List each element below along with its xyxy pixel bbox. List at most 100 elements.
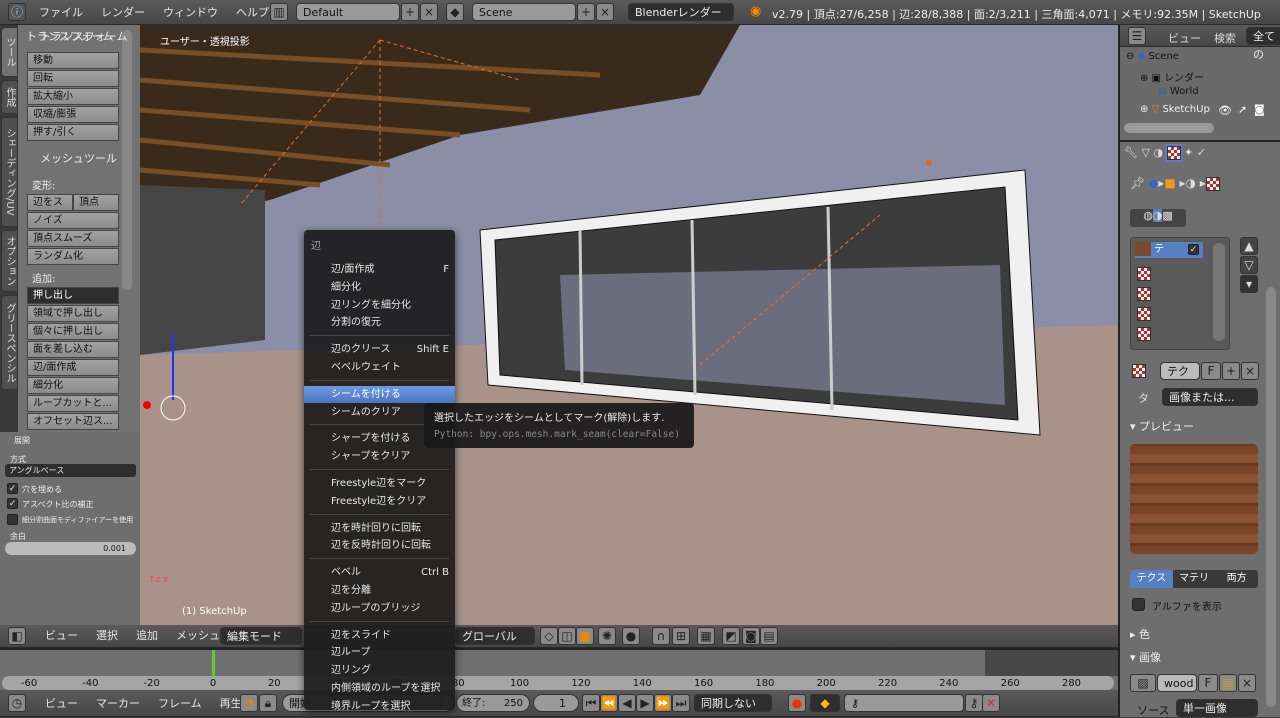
randomize-button[interactable]: ランダム化	[27, 248, 119, 265]
screen-layout-icon[interactable]: ▥	[270, 3, 288, 21]
timeline-menu-frame[interactable]: フレーム	[149, 691, 211, 716]
menu-item[interactable]: シャープをクリア	[304, 448, 455, 465]
extrude-individual-button[interactable]: 個々に押し出し	[27, 323, 119, 340]
preview-range-icon[interactable]: ◔	[240, 694, 258, 712]
menu-item[interactable]: 辺を反時計回りに回転	[304, 537, 455, 554]
margin-field[interactable]: 0.001	[5, 542, 136, 555]
menu-item[interactable]: ベベルウェイト	[304, 359, 455, 376]
mesh-tools-header[interactable]: メッシュツール	[40, 150, 117, 166]
snap-element-icon[interactable]: ⊞	[672, 627, 690, 645]
sync-select[interactable]: 同期しない	[694, 694, 772, 712]
menu-item[interactable]: Freestyle辺をクリア	[304, 493, 455, 510]
image-panel-header[interactable]: ▾ 画像	[1130, 649, 1161, 665]
menu-item[interactable]: 辺リングを細分化	[304, 297, 455, 314]
outliner-item-render[interactable]: ⊕ ▣ レンダー	[1140, 69, 1204, 84]
outliner-hscrollbar[interactable]	[1124, 123, 1214, 133]
timeline-menu-view[interactable]: ビュー	[36, 691, 87, 716]
add-layout-button[interactable]: +	[401, 3, 419, 21]
preview-tab-texture[interactable]: テクス	[1130, 570, 1173, 588]
show-alpha-checkbox[interactable]	[1132, 598, 1145, 611]
outliner-filter[interactable]: 全ての	[1246, 27, 1280, 61]
fake-user-button[interactable]: F	[1201, 362, 1221, 380]
lock-icon[interactable]: 🔒︎	[259, 694, 277, 712]
editor-type-icon[interactable]: ◧	[8, 627, 26, 645]
slot-enabled-checkbox[interactable]: ✓	[1188, 244, 1199, 255]
outliner-item-scene[interactable]: ⊖ ◆ Scene	[1126, 51, 1179, 62]
remove-scene-button[interactable]: ×	[596, 3, 614, 21]
fill-holes-checkbox[interactable]: ✓	[7, 483, 18, 494]
loop-cut-button[interactable]: ループカットと...	[27, 395, 119, 412]
noise-button[interactable]: ノイズ	[27, 212, 119, 229]
record-icon[interactable]: ●	[788, 694, 806, 712]
render-camera-icon[interactable]: ◙	[1254, 103, 1265, 116]
make-edge-face-button[interactable]: 辺/面作成	[27, 359, 119, 376]
move-slot-up-button[interactable]: ▲	[1240, 237, 1258, 255]
vertex-slide-button[interactable]: 頂点	[73, 194, 119, 211]
menu-item[interactable]: 分割の復元	[304, 314, 455, 331]
keying-set-field[interactable]: ⚷	[844, 694, 964, 712]
inset-faces-button[interactable]: 面を差し込む	[27, 341, 119, 358]
tool-scrollbar[interactable]	[122, 30, 132, 290]
menu-item[interactable]: 辺ループ	[304, 644, 455, 661]
insert-key-icon[interactable]: ⚷	[965, 694, 983, 712]
texture-slot-list[interactable]: テ ✓	[1130, 237, 1230, 350]
menu-item[interactable]: 辺をスライド	[304, 627, 455, 644]
menu-item[interactable]: 辺のクリース Shift E	[304, 341, 455, 358]
world-texture-icon[interactable]: ◍	[1143, 209, 1153, 222]
slot-specials-button[interactable]: ▾	[1240, 275, 1258, 293]
correct-aspect-checkbox[interactable]: ✓	[7, 498, 18, 509]
menu-item[interactable]: 内側領域のループを選択	[304, 680, 455, 697]
edge-select-icon[interactable]: ◫	[558, 627, 576, 645]
render-engine-select[interactable]: Blenderレンダー	[628, 3, 734, 21]
offset-edge-slide-button[interactable]: オフセット辺ス...	[27, 413, 119, 430]
vertex-select-icon[interactable]: ◇	[540, 627, 558, 645]
keying-icon[interactable]: ◆	[810, 694, 840, 712]
timeline-menu-marker[interactable]: マーカー	[87, 691, 149, 716]
visibility-eye-icon[interactable]: 👁︎	[1218, 104, 1232, 117]
tab-shading-uv[interactable]: シェーディング/UV	[1, 117, 18, 227]
pivot-icon[interactable]: ✺	[598, 627, 616, 645]
new-texture-button[interactable]: +	[1222, 362, 1240, 380]
face-select-icon[interactable]: ■	[576, 627, 594, 645]
menu-window[interactable]: ウィンドウ	[154, 0, 227, 25]
layers-icon[interactable]: ▦	[697, 627, 715, 645]
menu-item[interactable]: 辺リング	[304, 662, 455, 679]
data-mesh-icon[interactable]: ▽	[1141, 146, 1149, 159]
edge-slide-button[interactable]: 辺をス	[27, 194, 73, 211]
proportional-icon[interactable]: ●	[622, 627, 640, 645]
outliner-menu-search[interactable]: 検索	[1214, 30, 1236, 46]
menu-item[interactable]: 辺/面作成 F	[304, 261, 455, 278]
camera-icon[interactable]: ◙	[742, 627, 760, 645]
open-image-folder-icon[interactable]: ▤	[1219, 674, 1237, 692]
outliner-menu-view[interactable]: ビュー	[1168, 30, 1201, 46]
timeline-editor-icon[interactable]: ◷	[8, 694, 26, 712]
move-button[interactable]: 移動	[27, 52, 119, 69]
image-browse-icon[interactable]: ▨	[1130, 674, 1156, 692]
extrude-region-button[interactable]: 領域で押し出し	[27, 305, 119, 322]
move-slot-down-button[interactable]: ▽	[1240, 256, 1258, 274]
menu-file[interactable]: ファイル	[30, 0, 92, 25]
jump-end-icon[interactable]: ⏭	[672, 694, 690, 712]
3d-viewport[interactable]: ユーザー・透視投影 (1) SketchUp ↑z x	[140, 25, 1118, 625]
scene-icon[interactable]: ◆	[446, 3, 464, 21]
tab-tools[interactable]: ツール	[1, 27, 18, 77]
current-frame-field[interactable]: 1	[533, 694, 579, 712]
rotate-button[interactable]: 回転	[27, 70, 119, 87]
jump-prev-key-icon[interactable]: ⏪	[600, 694, 618, 712]
preview-header[interactable]: ▾ プレビュー	[1130, 418, 1194, 434]
tab-create[interactable]: 作成	[1, 80, 18, 114]
menu-item[interactable]: 細分化	[304, 279, 455, 296]
unlink-image-button[interactable]: ×	[1238, 674, 1256, 692]
image-name-field[interactable]: wood	[1157, 674, 1197, 692]
color-panel-header[interactable]: ▸ 色	[1130, 626, 1150, 642]
other-texture-icon[interactable]: ▩	[1162, 209, 1172, 222]
orientation-select[interactable]: グローバル	[455, 627, 535, 645]
push-pull-button[interactable]: 押す/引く	[27, 124, 119, 141]
material-texture-icon[interactable]: ◑	[1152, 209, 1163, 222]
play-reverse-icon[interactable]: ◀	[618, 694, 636, 712]
layout-field[interactable]: Default	[296, 3, 400, 21]
mode-select[interactable]: 編集モード	[220, 627, 302, 645]
slot-list-scrollbar[interactable]	[1213, 243, 1225, 341]
image-fake-user-button[interactable]: F	[1198, 674, 1218, 692]
source-select[interactable]: 単一画像	[1176, 699, 1258, 717]
